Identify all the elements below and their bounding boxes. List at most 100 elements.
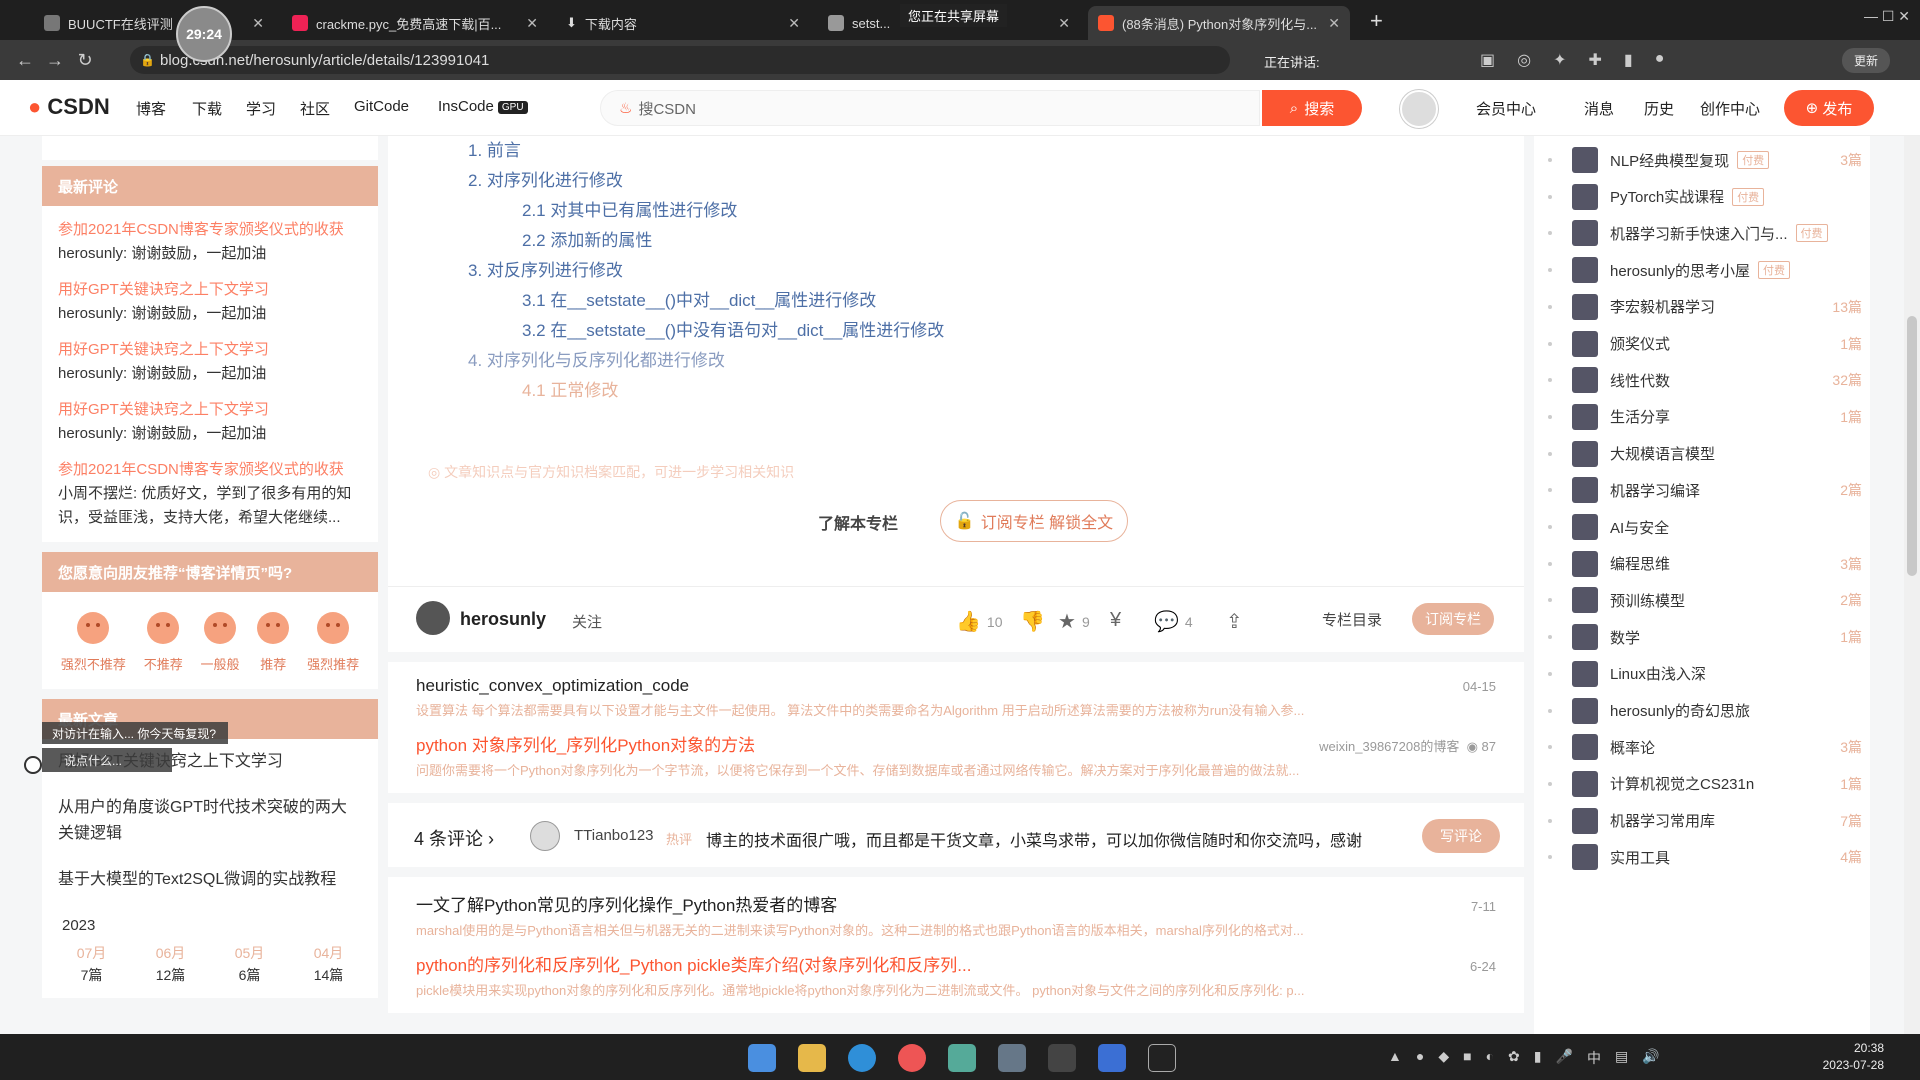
nav-messages[interactable]: 消息 bbox=[1584, 98, 1614, 119]
comment-count-link[interactable]: 4 条评论 › bbox=[414, 825, 494, 851]
related-title[interactable]: 一文了解Python常见的序列化操作_Python热爱者的博客 bbox=[416, 891, 837, 916]
subscribe-column-button[interactable]: 订阅专栏 bbox=[1412, 603, 1494, 635]
column-item[interactable]: 计算机视觉之CS231n 1篇 bbox=[1572, 766, 1862, 802]
close-icon[interactable]: ✕ bbox=[526, 15, 538, 32]
rating-recommend[interactable]: 推荐 bbox=[257, 612, 290, 673]
toc-item[interactable]: 4. 对序列化与反序列化都进行修改 bbox=[468, 346, 944, 376]
column-item[interactable]: Linux由浅入深 bbox=[1572, 656, 1862, 692]
related-title[interactable]: heuristic_convex_optimization_code bbox=[416, 676, 689, 696]
rating-strongly-recommend[interactable]: 强烈推荐 bbox=[307, 612, 359, 673]
close-icon[interactable]: ✕ bbox=[252, 15, 264, 32]
related-item[interactable]: heuristic_convex_optimization_code 04-15… bbox=[416, 670, 1496, 725]
browser-tab[interactable]: ⬇ 下载内容 ✕ bbox=[556, 6, 810, 40]
close-icon[interactable]: ✕ bbox=[1058, 15, 1070, 32]
chrome-browser-icon[interactable] bbox=[898, 1044, 926, 1072]
scrollbar-thumb[interactable] bbox=[1907, 316, 1917, 576]
back-icon[interactable]: ← bbox=[10, 50, 40, 71]
nav-history[interactable]: 历史 bbox=[1644, 98, 1674, 119]
volume-icon[interactable]: 🔊 bbox=[1642, 1048, 1659, 1068]
nav-download[interactable]: 下载 bbox=[192, 98, 222, 119]
column-item[interactable]: 预训练模型 2篇 bbox=[1572, 582, 1862, 618]
favorite-button[interactable]: ★ 9 bbox=[1058, 609, 1090, 634]
start-icon[interactable] bbox=[748, 1044, 776, 1072]
column-item[interactable]: PyTorch实战课程 付费 bbox=[1572, 179, 1862, 215]
related-item[interactable]: python 对象序列化_序列化Python对象的方法 weixin_39867… bbox=[416, 725, 1496, 785]
sidebar-icon[interactable]: ▮ bbox=[1624, 50, 1633, 70]
toc-item[interactable]: 2.1 对其中已有属性进行修改 bbox=[468, 196, 944, 226]
commenter-avatar[interactable] bbox=[530, 821, 560, 851]
archive-month[interactable]: 06月 12篇 bbox=[156, 942, 186, 986]
close-icon[interactable]: ✕ bbox=[788, 15, 800, 32]
column-item[interactable]: 大规模语言模型 bbox=[1572, 436, 1862, 472]
column-item[interactable]: 机器学习新手快速入门与... 付费 bbox=[1572, 215, 1862, 251]
toc-item[interactable]: 3.2 在__setstate__()中没有语句对__dict__属性进行修改 bbox=[468, 316, 944, 346]
column-item[interactable]: 李宏毅机器学习 13篇 bbox=[1572, 289, 1862, 325]
comment-item[interactable]: 参加2021年CSDN博客专家颁奖仪式的收获 herosunly: 谢谢鼓励，一… bbox=[42, 212, 378, 272]
comment-button[interactable]: 💬 4 bbox=[1154, 609, 1193, 634]
related-item[interactable]: python的序列化和反序列化_Python pickle类库介绍(对象序列化和… bbox=[416, 945, 1496, 1005]
browser-tab-active[interactable]: (88条消息) Python对象序列化与... ✕ bbox=[1088, 6, 1350, 40]
rating-neutral[interactable]: 一般般 bbox=[200, 612, 240, 673]
browser-tab[interactable]: BUUCTF在线评测 ✕ bbox=[34, 6, 274, 40]
tray-app-icon[interactable]: ✿ bbox=[1508, 1048, 1520, 1068]
toc-item[interactable]: 1. 前言 bbox=[468, 136, 944, 166]
edge-browser-icon[interactable] bbox=[848, 1044, 876, 1072]
toc-item[interactable]: 2.2 添加新的属性 bbox=[468, 226, 944, 256]
comment-article-link[interactable]: 用好GPT关键诀窍之上下文学习 bbox=[58, 398, 362, 422]
url-field[interactable]: 🔒 blog.csdn.net/herosunly/article/detail… bbox=[130, 46, 1230, 74]
column-item[interactable]: AI与安全 bbox=[1572, 509, 1862, 545]
network-icon[interactable]: ▤ bbox=[1615, 1048, 1628, 1068]
column-item[interactable]: 机器学习常用库 7篇 bbox=[1572, 803, 1862, 839]
column-item[interactable]: 线性代数 32篇 bbox=[1572, 362, 1862, 398]
comment-item[interactable]: 参加2021年CSDN博客专家颁奖仪式的收获 小周不摆烂: 优质好文，学到了很多… bbox=[42, 452, 378, 536]
page-scrollbar[interactable] bbox=[1904, 136, 1920, 1034]
column-item[interactable]: NLP经典模型复现 付费 3篇 bbox=[1572, 142, 1862, 178]
close-icon[interactable]: ✕ bbox=[1328, 15, 1340, 32]
extension-icon[interactable]: ◎ bbox=[1517, 50, 1531, 70]
related-item[interactable]: 一文了解Python常见的序列化操作_Python热爱者的博客 7-11 mar… bbox=[416, 885, 1496, 945]
write-comment-button[interactable]: 写评论 bbox=[1422, 819, 1500, 853]
column-item[interactable]: 数学 1篇 bbox=[1572, 619, 1862, 655]
nav-blog[interactable]: 博客 bbox=[136, 98, 166, 119]
column-item[interactable]: 机器学习编译 2篇 bbox=[1572, 472, 1862, 508]
column-item[interactable]: 实用工具 4篇 bbox=[1572, 839, 1862, 875]
search-button[interactable]: ⌕ 搜索 bbox=[1262, 90, 1362, 126]
system-clock[interactable]: 20:38 2023-07-28 bbox=[1823, 1040, 1884, 1074]
window-controls[interactable]: — ☐ ✕ bbox=[1864, 8, 1910, 25]
article-link[interactable]: 基于大模型的Text2SQL微调的实战教程 bbox=[42, 857, 378, 903]
archive-month[interactable]: 07月 7篇 bbox=[77, 942, 107, 986]
tray-app-icon[interactable]: ▲ bbox=[1388, 1048, 1402, 1068]
chat-input-hint[interactable]: 说点什么... bbox=[42, 748, 172, 772]
nav-community[interactable]: 社区 bbox=[300, 98, 330, 119]
toc-item[interactable]: 3. 对反序列进行修改 bbox=[468, 256, 944, 286]
update-button[interactable]: 更新 bbox=[1841, 48, 1890, 73]
column-item[interactable]: 颁奖仪式 1篇 bbox=[1572, 326, 1862, 362]
puzzle-icon[interactable]: ✚ bbox=[1589, 50, 1602, 70]
article-link[interactable]: 从用户的角度谈GPT时代技术突破的两大关键逻辑 bbox=[42, 785, 378, 857]
toc-item[interactable]: 3.1 在__setstate__()中对__dict__属性进行修改 bbox=[468, 286, 944, 316]
comment-item[interactable]: 用好GPT关键诀窍之上下文学习 herosunly: 谢谢鼓励，一起加油 bbox=[42, 332, 378, 392]
comment-article-link[interactable]: 用好GPT关键诀窍之上下文学习 bbox=[58, 278, 362, 302]
column-item[interactable]: 编程思维 3篇 bbox=[1572, 546, 1862, 582]
microphone-icon[interactable]: 🎤 bbox=[1556, 1048, 1573, 1068]
author-avatar[interactable] bbox=[416, 601, 450, 635]
extension-icon[interactable]: ✦ bbox=[1553, 50, 1566, 70]
column-item[interactable]: 生活分享 1篇 bbox=[1572, 399, 1862, 435]
rating-strongly-not-recommend[interactable]: 强烈不推荐 bbox=[61, 612, 126, 673]
comment-item[interactable]: 用好GPT关键诀窍之上下文学习 herosunly: 谢谢鼓励，一起加油 bbox=[42, 392, 378, 452]
extension-icon[interactable]: ▣ bbox=[1480, 50, 1495, 70]
tray-app-icon[interactable]: ◐ bbox=[1486, 1048, 1494, 1068]
csdn-logo[interactable]: ● CSDN bbox=[28, 94, 110, 120]
photos-icon[interactable] bbox=[998, 1044, 1026, 1072]
dislike-button[interactable]: 👎 bbox=[1020, 609, 1045, 634]
search-input[interactable]: ♨ 搜CSDN bbox=[600, 90, 1260, 126]
rating-not-recommend[interactable]: 不推荐 bbox=[144, 612, 183, 673]
like-button[interactable]: 👍 10 bbox=[956, 609, 1002, 634]
subscribe-unlock-button[interactable]: 🔓 订阅专栏 解锁全文 bbox=[940, 500, 1128, 542]
archive-month[interactable]: 04月 14篇 bbox=[314, 942, 344, 986]
app-icon[interactable] bbox=[948, 1044, 976, 1072]
file-explorer-icon[interactable] bbox=[798, 1044, 826, 1072]
forward-icon[interactable]: → bbox=[40, 50, 70, 71]
tray-app-icon[interactable]: ● bbox=[1416, 1048, 1424, 1068]
input-language[interactable]: 中 bbox=[1587, 1048, 1601, 1068]
